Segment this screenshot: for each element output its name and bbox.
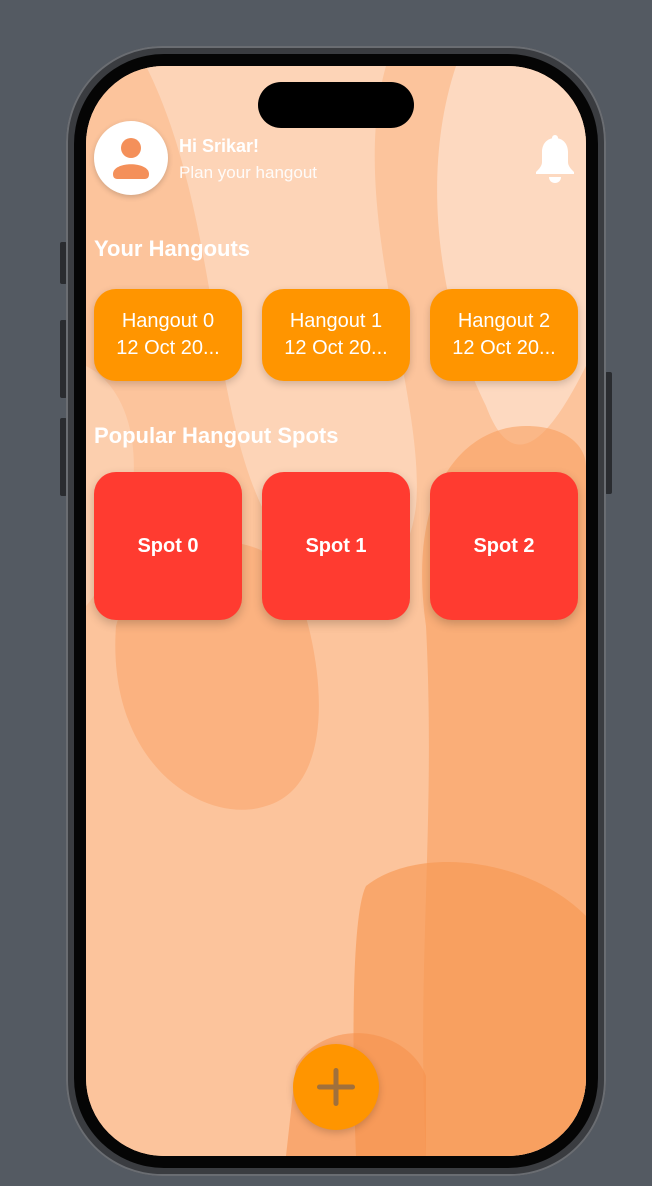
spot-name: Spot 0	[137, 534, 199, 557]
spot-name: Spot 1	[305, 534, 367, 557]
hangout-date: 12 Oct 20...	[116, 337, 220, 359]
hangout-date: 12 Oct 20...	[284, 337, 388, 359]
hangout-name: Hangout 2	[457, 310, 551, 332]
dynamic-island	[258, 82, 414, 128]
spots-section-title: Popular Hangout Spots	[94, 423, 339, 448]
hangout-date: 12 Oct 20...	[452, 337, 556, 359]
hangout-card[interactable]: Hangout 1 12 Oct 20...	[262, 289, 410, 381]
device-stage: Hi Srikar! Plan your hangout Your Hangou…	[0, 0, 652, 1186]
app-screen: Hi Srikar! Plan your hangout Your Hangou…	[86, 66, 586, 1156]
spot-card[interactable]: Spot 2	[430, 472, 578, 620]
person-icon	[113, 138, 149, 179]
spot-card[interactable]: Spot 1	[262, 472, 410, 620]
hangout-name: Hangout 0	[121, 310, 215, 332]
hangout-name: Hangout 1	[289, 310, 383, 332]
hangout-card[interactable]: Hangout 0 12 Oct 20...	[94, 289, 242, 381]
greeting-subtitle: Plan your hangout	[179, 163, 317, 182]
greeting-text: Hi Srikar!	[179, 136, 260, 156]
bell-icon[interactable]	[532, 134, 578, 184]
power-button	[605, 372, 612, 494]
avatar[interactable]	[94, 121, 168, 195]
spot-card[interactable]: Spot 0	[94, 472, 242, 620]
spot-name: Spot 2	[473, 534, 535, 557]
hangout-card[interactable]: Hangout 2 12 Oct 20...	[430, 289, 578, 381]
add-hangout-button[interactable]	[293, 1044, 379, 1130]
plus-icon	[317, 1068, 355, 1106]
hangouts-section-title: Your Hangouts	[94, 236, 251, 261]
